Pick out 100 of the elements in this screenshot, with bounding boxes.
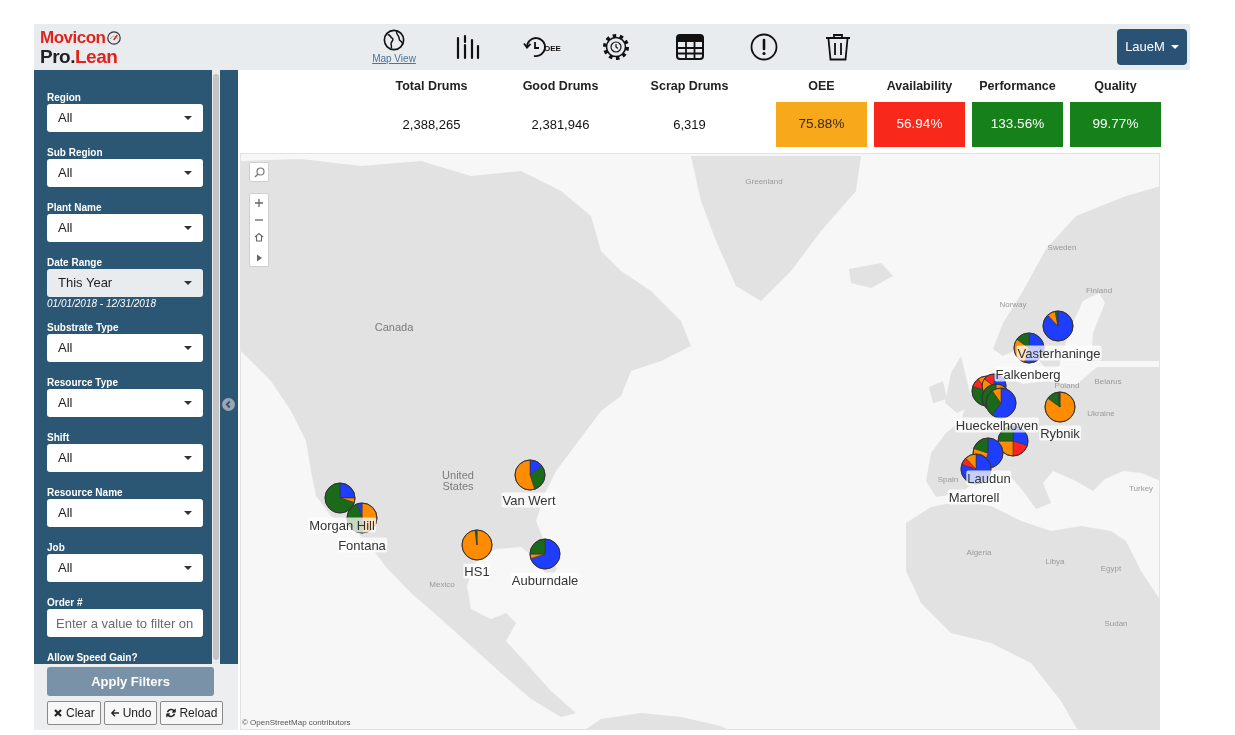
map-marker-label: Fontana	[337, 537, 387, 553]
metric-tile: 56.94%	[874, 102, 965, 147]
dropdown[interactable]: All	[47, 444, 203, 472]
kpi-label: Performance	[979, 79, 1056, 94]
pie-marker-icon[interactable]	[529, 538, 561, 570]
globe-icon	[383, 29, 405, 51]
filter-label: Order #	[47, 596, 84, 609]
metric-tile: 133.56%	[972, 102, 1063, 147]
gauge-icon	[107, 30, 122, 45]
search-icon	[253, 166, 265, 178]
caret-icon	[184, 566, 192, 570]
caret-icon	[184, 346, 192, 350]
map-marker-label: Van Wert	[501, 492, 557, 508]
kpi-label: Scrap Drums	[650, 79, 729, 94]
kpi-label: Good Drums	[522, 79, 599, 94]
close-icon	[53, 708, 63, 718]
filter-label: Region	[47, 91, 82, 104]
caret-icon	[184, 401, 192, 405]
input-field[interactable]: Enter a value to filter on	[47, 609, 203, 637]
search-button[interactable]	[249, 162, 269, 182]
map-marker-label: Morgan Hill	[308, 517, 376, 533]
arrow-left-icon	[109, 708, 120, 718]
caret-icon	[184, 281, 192, 285]
map-place-label: Norway	[999, 299, 1027, 309]
caret-icon	[184, 456, 192, 460]
map-view-link[interactable]: Map View	[364, 24, 424, 70]
filter-label: Date Range	[47, 256, 103, 269]
dropdown[interactable]: All	[47, 334, 203, 362]
pie-marker-icon[interactable]	[324, 482, 356, 514]
map-place-label: Egypt	[1100, 563, 1122, 573]
filter-label: Substrate Type	[47, 321, 120, 334]
pie-marker-icon[interactable]	[514, 459, 546, 491]
filter-label: Resource Type	[47, 376, 119, 389]
refresh-icon	[166, 708, 177, 718]
pie-marker-icon[interactable]	[1044, 391, 1076, 423]
dropdown[interactable]: All	[47, 554, 203, 582]
undo-button[interactable]: Undo	[103, 701, 158, 725]
kpi-label: Total Drums	[395, 79, 468, 94]
map-place-label: Spain	[937, 474, 959, 484]
oee-history-button[interactable]: OEE	[512, 24, 572, 70]
caret-icon	[184, 511, 192, 515]
kpi-label: Quality	[1094, 79, 1137, 94]
dropdown[interactable]: All	[47, 104, 203, 132]
map-marker-label: HS1	[463, 563, 491, 579]
home-icon	[254, 231, 264, 242]
map-place-label: Canada	[373, 321, 415, 333]
map-marker-label: Auburndale	[510, 572, 580, 588]
map-place-label: Turkey	[1128, 483, 1154, 493]
filter-label: Plant Name	[47, 201, 103, 214]
attribution-text: © OpenStreetMap contributors	[242, 718, 351, 728]
map-marker-label: Vasterhaninge	[1016, 345, 1102, 361]
dropdown[interactable]: All	[47, 499, 203, 527]
map-place-label: Greenland	[745, 176, 783, 186]
reload-button[interactable]: Reload	[160, 701, 224, 725]
logo-text: Pro.Lean	[40, 46, 119, 66]
kpi-label: OEE	[808, 79, 835, 94]
scrollbar-thumb[interactable]	[213, 74, 219, 660]
map-marker-label: Falkenberg	[994, 366, 1062, 382]
map-place-label: Mexico	[429, 579, 455, 589]
map-place-label: Belarus	[1094, 376, 1122, 386]
kpi-value: 6,319	[673, 115, 706, 134]
caret-icon	[184, 116, 192, 120]
map-place-label: Algeria	[966, 547, 992, 557]
filter-label: Allow Speed Gain?	[47, 651, 139, 664]
filter-label: Sub Region	[47, 146, 104, 159]
map-marker-label: Hueckelhoven	[954, 417, 1040, 433]
metric-tile: 75.88%	[776, 102, 867, 147]
caret-icon	[184, 226, 192, 230]
alert-icon	[750, 33, 778, 61]
kpi-label: Availability	[886, 79, 953, 94]
dropdown[interactable]: All	[47, 389, 203, 417]
user-menu-button[interactable]: LaueM	[1117, 29, 1187, 65]
caret-icon	[184, 171, 192, 175]
map-place-label: Finland	[1085, 285, 1113, 295]
filter-label: Shift	[47, 431, 71, 444]
dropdown[interactable]: All	[47, 159, 203, 187]
map-place-label: Sweden	[1047, 242, 1077, 252]
table-icon	[676, 34, 704, 60]
metric-tile: 99.77%	[1070, 102, 1161, 147]
filter-label: Resource Name	[47, 486, 124, 499]
caret-icon	[1170, 45, 1179, 49]
pie-marker-icon[interactable]	[461, 529, 493, 561]
map-marker-label: Laudun	[966, 470, 1012, 486]
pie-marker-icon[interactable]	[1042, 310, 1074, 342]
filter-label: Job	[47, 541, 66, 554]
chevron-left-icon[interactable]	[222, 398, 235, 411]
map-marker-label: Rybnik	[1039, 425, 1081, 441]
map-place-label: Libya	[1045, 556, 1065, 566]
map-place-label: United States	[441, 470, 475, 492]
date-range-text: 01/01/2018 - 12/31/2018	[47, 298, 157, 310]
dropdown[interactable]: All	[47, 214, 203, 242]
gear-icon	[602, 33, 630, 61]
plus-icon	[254, 197, 264, 208]
kpi-value: 2,388,265	[402, 115, 461, 134]
map-place-label: Ukraine	[1087, 408, 1115, 418]
clear-button[interactable]: Clear	[47, 701, 101, 725]
dropdown[interactable]: This Year	[47, 269, 203, 297]
logo-text: Movicon	[40, 28, 106, 47]
trash-icon	[825, 33, 851, 61]
kpi-value: 2,381,946	[531, 115, 590, 134]
